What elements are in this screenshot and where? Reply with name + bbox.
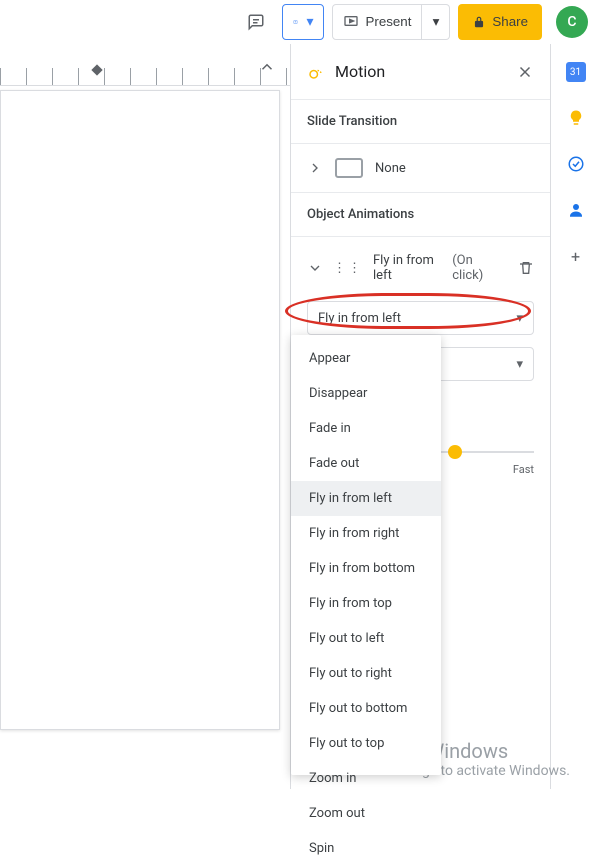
dropdown-item[interactable]: Appear — [291, 341, 441, 376]
animation-trigger-label: (On click) — [452, 253, 498, 283]
account-avatar[interactable]: C — [556, 6, 588, 38]
chevron-right-icon — [307, 160, 323, 176]
dropdown-item[interactable]: Fade in — [291, 411, 441, 446]
close-panel-button[interactable] — [516, 63, 534, 81]
keep-icon[interactable] — [566, 108, 586, 128]
effect-select-value: Fly in from left — [318, 311, 401, 326]
dropdown-item[interactable]: Disappear — [291, 376, 441, 411]
side-panel: 31 + — [550, 44, 600, 789]
chevron-down-icon[interactable] — [307, 260, 323, 276]
present-label: Present — [365, 14, 411, 29]
transition-value: None — [375, 161, 406, 176]
motion-icon — [307, 63, 325, 81]
dropdown-item[interactable]: Zoom in — [291, 761, 441, 796]
share-label: Share — [492, 14, 528, 29]
slide-canvas[interactable] — [0, 90, 280, 730]
motion-title: Motion — [335, 62, 385, 81]
dropdown-item[interactable]: Spin — [291, 831, 441, 866]
tasks-icon[interactable] — [566, 154, 586, 174]
motion-panel: Motion Slide Transition None Object Anim… — [290, 44, 550, 789]
comment-icon — [247, 13, 265, 31]
comment-history-button[interactable] — [238, 4, 274, 40]
horizontal-ruler — [0, 68, 290, 86]
dropdown-item[interactable]: Fly in from left — [291, 481, 441, 516]
dropdown-item[interactable]: Fly in from right — [291, 516, 441, 551]
contacts-icon[interactable] — [566, 200, 586, 220]
animation-effect-name: Fly in from left — [373, 253, 442, 283]
trash-icon — [518, 260, 534, 276]
animation-item-row: ⋮⋮ Fly in from left (On click) — [291, 236, 550, 299]
dropdown-item[interactable]: Zoom out — [291, 796, 441, 831]
dropdown-item[interactable]: Fade out — [291, 446, 441, 481]
slider-thumb[interactable] — [448, 445, 462, 459]
slide-transition-header: Slide Transition — [291, 99, 550, 143]
main-area: Motion Slide Transition None Object Anim… — [0, 44, 600, 789]
dropdown-item[interactable]: Fly out to top — [291, 726, 441, 761]
add-side-app-button[interactable]: + — [566, 246, 586, 266]
play-icon — [343, 14, 359, 30]
share-button[interactable]: Share — [458, 4, 542, 40]
delete-animation-button[interactable] — [518, 260, 534, 276]
dropdown-item[interactable]: Fly in from top — [291, 586, 441, 621]
dropdown-item[interactable]: Fly out to right — [291, 656, 441, 691]
dropdown-item[interactable]: Fly out to bottom — [291, 691, 441, 726]
slide-canvas-column — [0, 44, 290, 789]
caret-down-icon: ▾ — [306, 14, 313, 30]
speed-label-fast: Fast — [513, 463, 534, 476]
motion-panel-header: Motion — [291, 44, 550, 99]
present-dropdown-button[interactable]: ▾ — [422, 4, 450, 40]
present-button[interactable]: Present — [332, 4, 422, 40]
animation-effect-dropdown: Appear Disappear Fade in Fade out Fly in… — [291, 335, 441, 775]
animation-effect-select[interactable]: Fly in from left ▾ — [307, 301, 534, 335]
calendar-icon[interactable]: 31 — [566, 62, 586, 82]
top-toolbar: ▾ Present ▾ Share C — [0, 0, 600, 44]
dropdown-item[interactable]: Fly in from bottom — [291, 551, 441, 586]
caret-down-icon: ▾ — [516, 357, 523, 372]
caret-down-icon: ▾ — [516, 311, 523, 326]
dropdown-item[interactable]: Fly out to left — [291, 621, 441, 656]
avatar-initial: C — [567, 14, 576, 30]
upload-button[interactable]: ▾ — [282, 4, 324, 40]
close-icon — [516, 63, 534, 81]
present-button-group: Present ▾ — [332, 4, 450, 40]
upload-icon — [293, 14, 298, 30]
motion-panel-body: Slide Transition None Object Animations … — [291, 99, 550, 789]
lock-icon — [472, 15, 486, 29]
transition-none-icon — [335, 158, 363, 178]
transition-row[interactable]: None — [291, 143, 550, 192]
object-animations-header: Object Animations — [291, 192, 550, 236]
drag-handle-icon[interactable]: ⋮⋮ — [333, 261, 363, 276]
animation-controls: Fly in from left ▾ ▾ Fast — [291, 301, 550, 481]
